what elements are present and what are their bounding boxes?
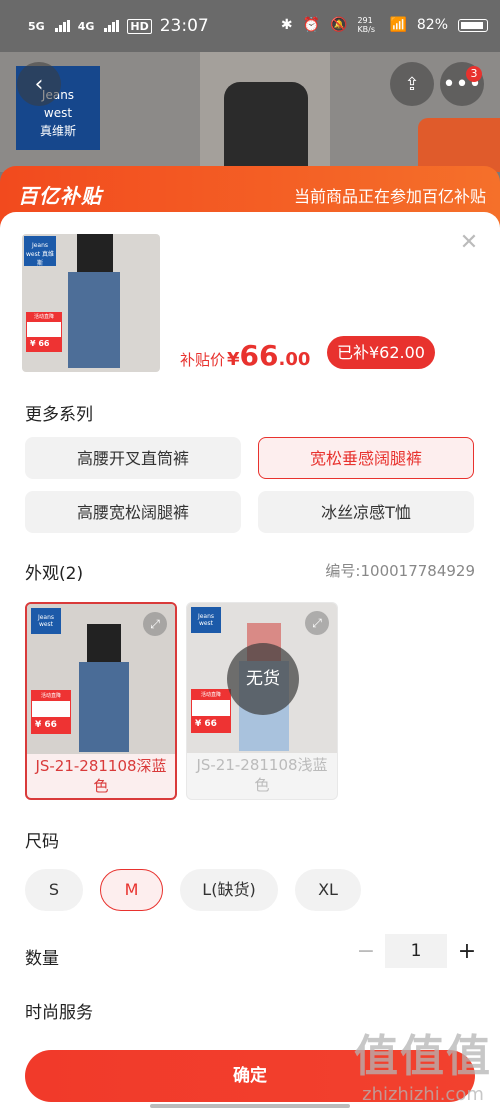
decrease-quantity-button[interactable]: − bbox=[355, 937, 377, 967]
price-decimal: .00 bbox=[278, 349, 311, 370]
increase-quantity-button[interactable]: + bbox=[456, 937, 478, 967]
promo-sticker: 活动直降 ¥ 66 bbox=[31, 690, 71, 734]
product-hero-image bbox=[200, 52, 330, 172]
alarm-icon: ⏰ bbox=[302, 17, 320, 33]
out-of-stock-badge: 无货 bbox=[227, 643, 299, 715]
series-option[interactable]: 高腰宽松阔腿裤 bbox=[25, 491, 241, 533]
status-bar: 5G 4G HD 23:07 ✱ ⏰ 🔕 291 KB/s 📶 82% bbox=[0, 0, 500, 52]
color-option-dark-blue[interactable]: Jeans west ⤢ 活动直降 ¥ 66 JS-21-281108深蓝 色 bbox=[25, 602, 177, 800]
share-button[interactable]: ⇪ bbox=[390, 62, 434, 106]
quantity-title: 数量 bbox=[25, 949, 59, 969]
notification-badge: 3 bbox=[466, 66, 482, 82]
product-page-background: Jeans west 真维斯 ‹ ⇪ ••• 3 bbox=[0, 52, 500, 172]
promo-tag bbox=[418, 118, 500, 172]
back-button[interactable]: ‹ bbox=[17, 62, 61, 106]
price-integer: 66 bbox=[239, 339, 279, 372]
mute-icon: 🔕 bbox=[330, 17, 348, 33]
expand-icon[interactable]: ⤢ bbox=[305, 611, 329, 635]
signal-icon bbox=[104, 20, 120, 32]
signal-icon bbox=[54, 20, 70, 32]
color-option-light-blue[interactable]: Jeans west ⤢ 活动直降 ¥ 66 无货 JS-21-281108浅蓝… bbox=[186, 602, 338, 800]
promo-sticker: 活动直降 ¥ 66 bbox=[191, 689, 231, 733]
signal-5g-label: 5G bbox=[28, 19, 45, 33]
series-option[interactable]: 冰丝凉感T恤 bbox=[258, 491, 474, 533]
chevron-left-icon: ‹ bbox=[34, 71, 44, 97]
series-option-selected[interactable]: 宽松垂感阔腿裤 bbox=[258, 437, 474, 479]
subsidy-notice: 当前商品正在参加百亿补贴 bbox=[293, 187, 486, 206]
series-title: 更多系列 bbox=[25, 405, 93, 425]
brand-mark: Jeans west 真维斯 bbox=[24, 236, 56, 267]
battery-icon bbox=[458, 18, 488, 32]
subsidy-logo: 百亿补贴 bbox=[18, 184, 102, 208]
close-icon[interactable]: ✕ bbox=[458, 232, 480, 254]
fashion-service-title: 时尚服务 bbox=[25, 1003, 93, 1023]
size-option-l[interactable]: L(缺货) bbox=[180, 869, 278, 911]
clock: 23:07 bbox=[159, 16, 209, 36]
color-option-label: JS-21-281108浅蓝 色 bbox=[196, 756, 328, 794]
sku-selector-sheet: Jeans west 真维斯 活动直降 ¥ 66 ✕ 补贴价 ¥ 66 .00 … bbox=[0, 212, 500, 1111]
size-option-m[interactable]: M bbox=[100, 869, 163, 911]
product-thumbnail[interactable]: Jeans west 真维斯 活动直降 ¥ 66 bbox=[22, 234, 160, 372]
signal-4g-label: 4G bbox=[77, 19, 95, 33]
quantity-input[interactable]: 1 bbox=[385, 934, 447, 968]
product-code: 编号:100017784929 bbox=[325, 562, 475, 580]
subsidy-price: 补贴价 ¥ 66 .00 bbox=[180, 339, 311, 372]
size-option-xl[interactable]: XL bbox=[295, 869, 361, 911]
watermark: 值值值 zhizhizhi.com bbox=[354, 1031, 492, 1105]
promo-sticker: 活动直降 ¥ 66 bbox=[26, 312, 62, 352]
expand-icon[interactable]: ⤢ bbox=[143, 612, 167, 636]
subsidy-amount-badge: 已补¥62.00 bbox=[327, 336, 435, 369]
bluetooth-icon: ✱ bbox=[280, 17, 293, 33]
appearance-title: 外观(2) bbox=[25, 564, 84, 584]
battery-percent: 82% bbox=[416, 17, 448, 33]
hd-label: HD bbox=[127, 18, 152, 34]
color-option-label: JS-21-281108深蓝 色 bbox=[35, 757, 167, 795]
brand-mark: Jeans west bbox=[31, 608, 61, 634]
series-option[interactable]: 高腰开叉直筒裤 bbox=[25, 437, 241, 479]
wifi-icon: 📶 bbox=[389, 17, 407, 33]
brand-mark: Jeans west bbox=[191, 607, 221, 633]
home-indicator[interactable] bbox=[150, 1104, 350, 1108]
share-icon: ⇪ bbox=[404, 73, 420, 95]
price-label: 补贴价 bbox=[180, 351, 226, 369]
network-speed: 291 KB/s bbox=[357, 16, 376, 34]
size-option-s[interactable]: S bbox=[25, 869, 83, 911]
size-title: 尺码 bbox=[25, 832, 59, 852]
